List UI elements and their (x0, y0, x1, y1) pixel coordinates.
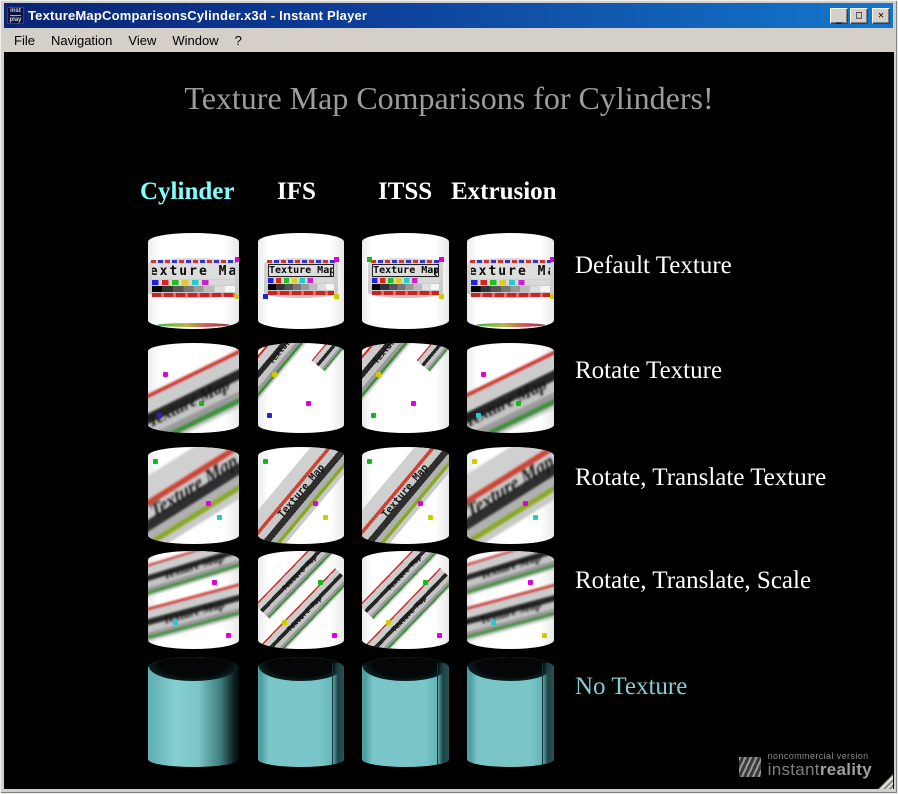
row-label-no-texture: No Texture (575, 673, 687, 701)
brand-wordmark: instantreality (768, 761, 872, 779)
cylinder-render-rotate-itss: Texture Map (362, 343, 449, 433)
column-header-itss: ITSS (378, 178, 432, 206)
cylinder-render-notexture-extrusion (467, 657, 554, 767)
menubar: File Navigation View Window ? (4, 28, 893, 52)
cylinder-top-cap (149, 657, 238, 681)
cylinder-render-notexture-cylinder (148, 657, 239, 767)
cylinder-render-rotate-cylinder: Texture Map (148, 343, 239, 433)
column-header-extrusion: Extrusion (451, 178, 557, 206)
cylinder-render-rt-itss: Texture Map (362, 447, 449, 544)
cylinder-top-cap (363, 657, 448, 681)
cylinder-render-rt-extrusion: Texture Map (467, 447, 554, 544)
cylinder-render-rt-ifs: Texture Map (258, 447, 344, 544)
cylinder-render-default-extrusion: Texture Map (467, 233, 554, 329)
scene-title: Texture Map Comparisons for Cylinders! (184, 80, 713, 117)
row-label-default-texture: Default Texture (575, 252, 732, 280)
column-header-cylinder: Cylinder (140, 178, 234, 206)
texture-exclamation: ! (434, 265, 438, 281)
menu-item-view[interactable]: View (120, 30, 164, 51)
menu-item-window[interactable]: Window (164, 30, 226, 51)
menu-item-navigation[interactable]: Navigation (43, 30, 120, 51)
app-icon: inst play (7, 7, 24, 24)
app-window: inst play TextureMapComparisonsCylinder.… (0, 0, 898, 794)
menu-item-help[interactable]: ? (227, 30, 250, 51)
column-header-ifs: IFS (277, 178, 316, 206)
titlebar[interactable]: inst play TextureMapComparisonsCylinder.… (4, 3, 893, 28)
window-title: TextureMapComparisonsCylinder.x3d - Inst… (28, 8, 826, 23)
cylinder-render-rotate-extrusion: Texture Map (467, 343, 554, 433)
cylinder-render-rotate-ifs: Texture Map (258, 343, 344, 433)
cylinder-render-notexture-itss (362, 657, 449, 767)
3d-viewport[interactable]: Texture Map Comparisons for Cylinders! C… (4, 52, 894, 789)
cylinder-render-default-itss: Texture Map ! (362, 233, 449, 329)
cylinder-render-rts-extrusion: Texture Map Texture Map (467, 551, 554, 649)
cylinder-render-rt-cylinder: Texture Map (148, 447, 239, 544)
app-icon-text-bottom: play (9, 17, 21, 23)
minimize-button[interactable]: _ (830, 8, 848, 24)
texture-exclamation: ! (329, 265, 333, 281)
app-icon-text-top: inst (10, 8, 21, 14)
app-icon-underline (10, 15, 21, 16)
row-label-rotate-translate-scale: Rotate, Translate, Scale (575, 567, 811, 595)
row-label-rotate-translate-texture: Rotate, Translate Texture (575, 464, 826, 492)
cylinder-top-cap (468, 657, 553, 681)
row-label-rotate-texture: Rotate Texture (575, 357, 722, 385)
cylinder-render-default-cylinder: Texture Map (148, 233, 239, 329)
cylinder-render-default-ifs: Texture Map ! (258, 233, 344, 329)
instantreality-logo: noncommercial version instantreality (739, 752, 872, 779)
maximize-button[interactable]: □ (850, 8, 868, 24)
instantreality-logo-icon (739, 757, 761, 777)
cylinder-render-notexture-ifs (258, 657, 344, 767)
cylinder-render-rts-ifs: Texture Map Texture Map (258, 551, 344, 649)
menu-item-file[interactable]: File (6, 30, 43, 51)
cylinder-top-cap (259, 657, 343, 681)
window-controls: _ □ ✕ (830, 8, 890, 24)
cylinder-render-rts-cylinder: Texture Map Texture Map (148, 551, 239, 649)
cylinder-render-rts-itss: Texture Map Texture Map (362, 551, 449, 649)
close-button[interactable]: ✕ (872, 8, 890, 24)
